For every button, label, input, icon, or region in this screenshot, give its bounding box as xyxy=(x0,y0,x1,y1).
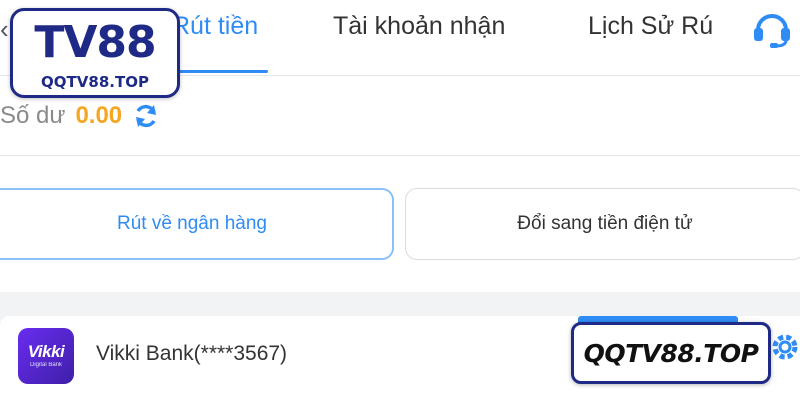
watermark-badge-text: QQTV88.TOP xyxy=(583,338,759,368)
watermark-logo-sub: QQTV88.TOP xyxy=(41,73,149,91)
watermark-badge: QQTV88.TOP xyxy=(571,322,771,384)
bank-account-name: Vikki Bank(****3567) xyxy=(96,342,288,365)
tab-history[interactable]: Lịch Sử Rú xyxy=(588,12,713,41)
bank-logo-text: Vikki xyxy=(27,342,65,361)
balance-label: Số dư xyxy=(0,102,66,129)
bank-logo-subtext: Digital Bank xyxy=(29,362,62,368)
chevron-left-icon[interactable]: ‹ xyxy=(0,14,9,45)
balance-value: 0.00 xyxy=(75,102,123,129)
tab-receiving-account[interactable]: Tài khoản nhận xyxy=(333,12,505,41)
vikki-bank-logo: Vikki Digital Bank xyxy=(18,328,74,384)
balance-row: Số dư 0.00 xyxy=(0,98,160,134)
withdraw-to-bank-button[interactable]: Rút về ngân hàng xyxy=(0,188,394,260)
refresh-icon[interactable] xyxy=(132,102,160,130)
watermark-logo: TV88 QQTV88.TOP xyxy=(10,8,180,98)
withdraw-to-bank-label: Rút về ngân hàng xyxy=(116,213,267,234)
convert-to-crypto-button[interactable]: Đổi sang tiền điện tử xyxy=(405,188,800,260)
convert-to-crypto-label: Đổi sang tiền điện tử xyxy=(517,213,693,234)
gear-icon[interactable] xyxy=(768,330,800,364)
tab-withdraw[interactable]: Rút tiền xyxy=(172,12,258,41)
watermark-logo-main: TV88 xyxy=(34,17,156,68)
divider xyxy=(0,155,800,156)
headset-icon[interactable] xyxy=(750,6,794,50)
active-tab-underline xyxy=(172,70,268,73)
